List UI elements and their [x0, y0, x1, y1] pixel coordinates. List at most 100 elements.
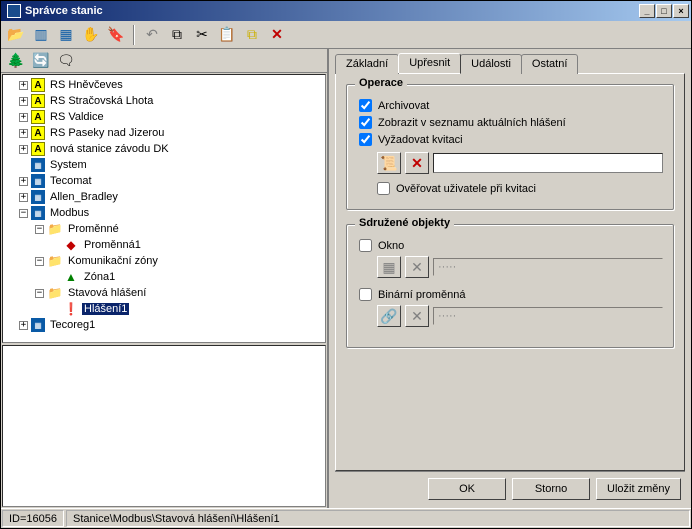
- tree-node[interactable]: +▦Tecoreg1: [19, 317, 325, 333]
- device-icon: ▦: [31, 174, 45, 188]
- checkbox-row: Okno: [359, 239, 661, 252]
- tree-node[interactable]: +ARS Paseky nad Jizerou: [19, 125, 325, 141]
- expand-icon[interactable]: +: [19, 81, 28, 90]
- expand-icon[interactable]: +: [19, 97, 28, 106]
- hand-icon[interactable]: ✋: [80, 24, 102, 46]
- tree-node[interactable]: +ARS Valdice: [19, 109, 325, 125]
- group-sdruzene: Sdružené objekty Okno ▦ ✕ ····· Binární …: [346, 224, 674, 348]
- clear-script-button[interactable]: ✕: [405, 152, 429, 174]
- storno-button[interactable]: Storno: [512, 478, 590, 500]
- binarni-clear-button[interactable]: ✕: [405, 305, 429, 327]
- folder-zones-icon: 📁: [47, 254, 63, 268]
- title: Správce stanic: [3, 4, 639, 18]
- x-icon: ✕: [411, 259, 423, 276]
- collapse-icon[interactable]: −: [35, 225, 44, 234]
- zobrazit-checkbox[interactable]: [359, 116, 372, 129]
- okno-pick-button[interactable]: ▦: [377, 256, 401, 278]
- tab-zakladni[interactable]: Základní: [335, 54, 399, 74]
- okno-clear-button[interactable]: ✕: [405, 256, 429, 278]
- binarni-pick-button[interactable]: 🔗: [377, 305, 401, 327]
- tree-node[interactable]: +Anová stanice závodu DK: [19, 141, 325, 157]
- collapse-icon[interactable]: −: [35, 257, 44, 266]
- delete-icon[interactable]: ✕: [266, 24, 288, 46]
- tree-node[interactable]: ▲Zóna1: [51, 269, 325, 285]
- station-a-icon: A: [31, 110, 45, 124]
- binarni-label: Binární proměnná: [378, 289, 465, 301]
- collapse-icon[interactable]: −: [35, 289, 44, 298]
- window-title: Správce stanic: [25, 5, 103, 17]
- tile-icon[interactable]: ▦: [55, 24, 77, 46]
- expand-icon[interactable]: +: [19, 321, 28, 330]
- binarni-checkbox[interactable]: [359, 288, 372, 301]
- tree-node[interactable]: ▦System: [19, 157, 325, 173]
- binarni-field: ·····: [433, 307, 663, 325]
- ok-button[interactable]: OK: [428, 478, 506, 500]
- left-pane: 🌲 🔄 🗨 +ARS Hněvčeves +ARS Stračovská Lho…: [1, 49, 329, 508]
- station-a-icon: A: [31, 142, 45, 156]
- binarni-subrow: 🔗 ✕ ·····: [377, 305, 663, 327]
- device-icon: ▦: [31, 190, 45, 204]
- grid-icon: ▦: [382, 259, 395, 276]
- ulozit-button[interactable]: Uložit změny: [596, 478, 681, 500]
- tree-pane[interactable]: +ARS Hněvčeves +ARS Stračovská Lhota +AR…: [2, 74, 326, 343]
- message-icon: ❗: [63, 302, 79, 316]
- tree-node[interactable]: −📁Proměnné: [35, 221, 325, 237]
- tree-toolbar: 🌲 🔄 🗨: [1, 49, 327, 73]
- script-button[interactable]: 📜: [377, 152, 401, 174]
- script-field[interactable]: [433, 153, 663, 173]
- tree-node[interactable]: +▦Tecomat: [19, 173, 325, 189]
- archivovat-checkbox[interactable]: [359, 99, 372, 112]
- folder-vars-icon: 📁: [47, 222, 63, 236]
- tab-udalosti[interactable]: Události: [460, 54, 522, 74]
- link-icon: 🔗: [380, 308, 397, 325]
- paste-icon[interactable]: 📋: [216, 24, 238, 46]
- station-a-icon: A: [31, 94, 45, 108]
- maximize-button[interactable]: □: [656, 4, 672, 18]
- tree: +ARS Hněvčeves +ARS Stračovská Lhota +AR…: [3, 77, 325, 333]
- tree-node[interactable]: −▦Modbus: [19, 205, 325, 221]
- undo-icon[interactable]: ↶: [141, 24, 163, 46]
- checkbox-row: Ověřovat uživatele při kvitaci: [377, 182, 661, 195]
- preview-pane: [2, 345, 326, 507]
- columns-icon[interactable]: ▥: [30, 24, 52, 46]
- tab-page: Operace Archivovat Zobrazit v seznamu ak…: [335, 73, 685, 471]
- toolbar-separator: [133, 25, 135, 45]
- tree-node[interactable]: ❗Hlášení1: [51, 301, 325, 317]
- zobrazit-label: Zobrazit v seznamu aktuálních hlášení: [378, 117, 566, 129]
- tooltip-icon[interactable]: 🗨: [55, 50, 77, 72]
- expand-icon[interactable]: +: [19, 193, 28, 202]
- cut-icon[interactable]: ✂: [191, 24, 213, 46]
- expand-icon[interactable]: +: [19, 145, 28, 154]
- expand-icon[interactable]: +: [19, 129, 28, 138]
- tree-view-icon[interactable]: 🌲: [5, 50, 27, 72]
- tab-upresnit[interactable]: Upřesnit: [398, 53, 461, 73]
- tree-node[interactable]: −📁Komunikační zóny: [35, 253, 325, 269]
- close-button[interactable]: ×: [673, 4, 689, 18]
- vyzadovat-checkbox[interactable]: [359, 133, 372, 146]
- tree-node[interactable]: ◆Proměnná1: [51, 237, 325, 253]
- refresh-icon[interactable]: 🔄: [30, 50, 52, 72]
- minimize-button[interactable]: _: [639, 4, 655, 18]
- tab-ostatni[interactable]: Ostatní: [521, 54, 578, 74]
- overovat-checkbox[interactable]: [377, 182, 390, 195]
- expand-placeholder: [19, 161, 28, 170]
- expand-icon[interactable]: +: [19, 177, 28, 186]
- tree-node[interactable]: +▦Allen_Bradley: [19, 189, 325, 205]
- collapse-icon[interactable]: −: [19, 209, 28, 218]
- open-icon[interactable]: 📂: [5, 24, 27, 46]
- expand-icon[interactable]: +: [19, 113, 28, 122]
- device-icon: ▦: [31, 206, 45, 220]
- app-icon: [7, 4, 21, 18]
- mark-icon[interactable]: 🔖: [105, 24, 127, 46]
- x-icon: ✕: [411, 308, 423, 325]
- tree-node[interactable]: +ARS Stračovská Lhota: [19, 93, 325, 109]
- tree-node[interactable]: +ARS Hněvčeves: [19, 77, 325, 93]
- station-a-icon: A: [31, 78, 45, 92]
- tree-node[interactable]: −📁Stavová hlášení: [35, 285, 325, 301]
- duplicate-icon[interactable]: ⧉: [241, 24, 263, 46]
- copy-icon[interactable]: ⧉: [166, 24, 188, 46]
- main-toolbar: 📂 ▥ ▦ ✋ 🔖 ↶ ⧉ ✂ 📋 ⧉ ✕: [1, 21, 691, 49]
- checkbox-row: Binární proměnná: [359, 288, 661, 301]
- right-pane: Základní Upřesnit Události Ostatní Opera…: [329, 49, 691, 508]
- okno-checkbox[interactable]: [359, 239, 372, 252]
